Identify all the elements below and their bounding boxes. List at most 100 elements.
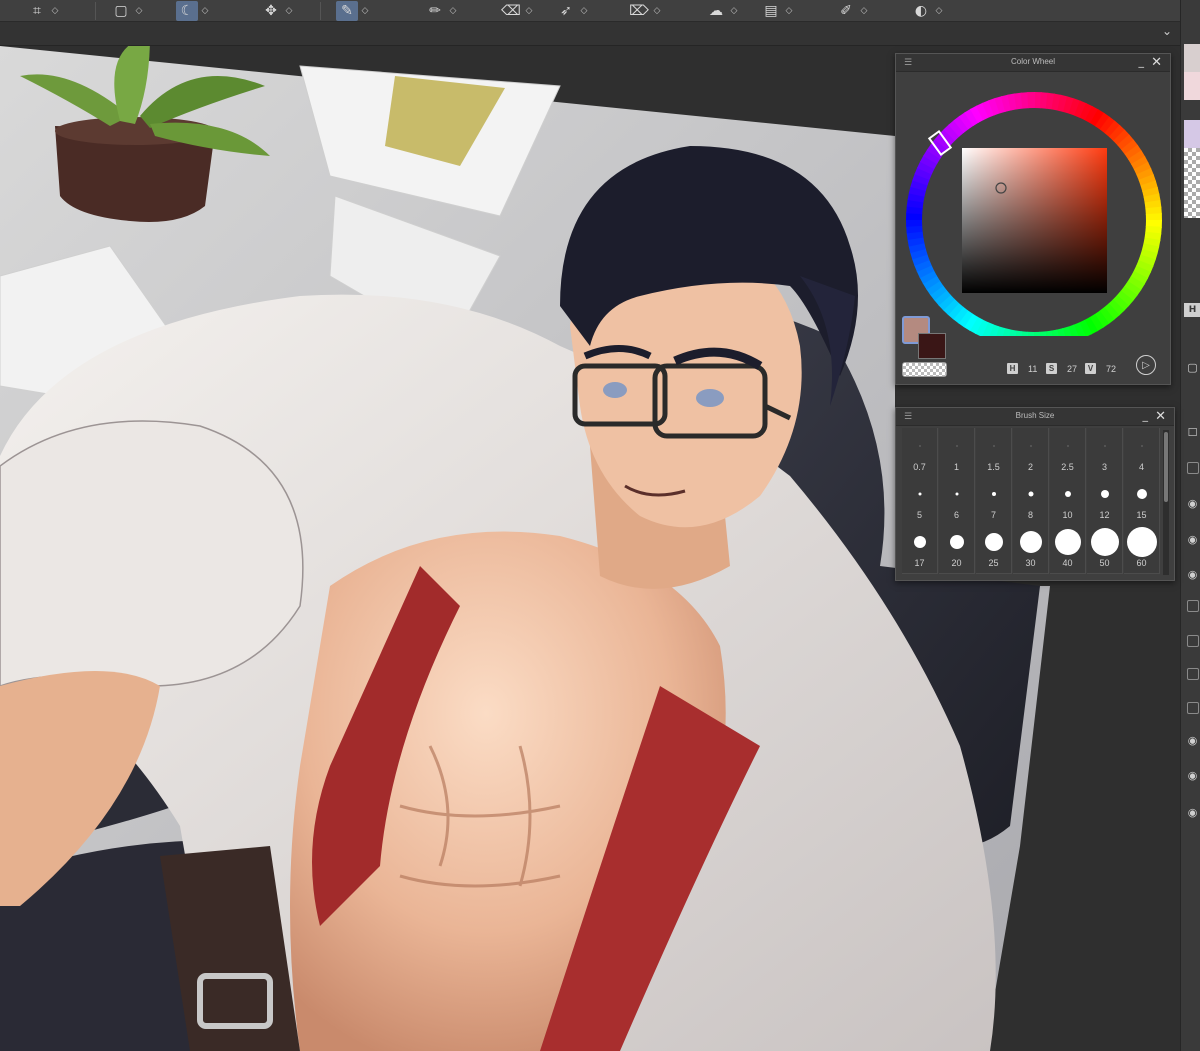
move-tool[interactable]: ✥ ◇	[260, 0, 296, 22]
blend-tool[interactable]: ☁ ◇	[705, 0, 741, 22]
scrollbar-thumb[interactable]	[1164, 432, 1168, 502]
brush-size-option[interactable]: 30	[1013, 524, 1049, 574]
app-window: ⌗ ◇ ▢ ◇ ☾ ◇ ✥ ◇ ✎ ◇ ✏ ◇ ⌫ ◇ ➶ ◇ ⌦ ◇ ☁ ◇ ▤ ◇ ✐ ◇ ◐ ◇ ⌄	[0, 0, 1200, 1051]
eye-icon[interactable]: ◉	[1184, 532, 1200, 546]
brush-size-option[interactable]: 25	[976, 524, 1012, 574]
chevron-down-icon[interactable]: ◇	[857, 1, 871, 21]
layer-visibility-checkbox[interactable]	[1187, 702, 1199, 714]
brush-preview-dot	[913, 536, 926, 548]
brush-preview-dot	[919, 445, 920, 447]
brush-size-label: 6	[953, 510, 959, 520]
panel-titlebar[interactable]: ☰ Color Wheel _ ✕	[896, 54, 1170, 72]
marker-tool[interactable]: ✏ ◇	[424, 0, 460, 22]
chevron-down-icon[interactable]: ◇	[522, 1, 536, 21]
lasso-tool[interactable]: ☾ ◇	[176, 0, 212, 22]
chevron-down-icon[interactable]: ◇	[132, 1, 146, 21]
minimize-icon[interactable]: _	[1139, 55, 1145, 68]
chevron-down-icon[interactable]: ◇	[932, 1, 946, 21]
brush-size-option[interactable]: 4	[1124, 428, 1160, 478]
decoration-tool[interactable]: ▤ ◇	[760, 0, 796, 22]
hue-ring[interactable]	[901, 74, 1167, 336]
brush-preview-dot	[1054, 529, 1081, 555]
marquee-tool[interactable]: ▢ ◇	[110, 0, 146, 22]
brush-size-option[interactable]: 1	[939, 428, 975, 478]
layer-visibility-checkbox[interactable]	[1187, 600, 1199, 612]
brush-size-option[interactable]: 6	[939, 476, 975, 526]
minimize-icon[interactable]: _	[1143, 409, 1149, 422]
brush-size-label: 12	[1099, 510, 1110, 520]
airbrush-tool[interactable]: ✐ ◇	[835, 0, 871, 22]
transparent-swatch[interactable]	[1184, 148, 1200, 218]
chevron-down-icon[interactable]: ◇	[358, 1, 372, 21]
tool-palette-bar: ⌗ ◇ ▢ ◇ ☾ ◇ ✥ ◇ ✎ ◇ ✏ ◇ ⌫ ◇ ➶ ◇ ⌦ ◇ ☁ ◇ ▤ ◇ ✐ ◇ ◐ ◇	[0, 0, 1200, 22]
eye-icon[interactable]: ◉	[1184, 768, 1200, 782]
pen-tool[interactable]: ✎ ◇	[336, 0, 372, 22]
brush-size-option[interactable]: 40	[1050, 524, 1086, 574]
play-icon[interactable]: ▷	[1136, 355, 1156, 375]
chevron-down-icon[interactable]: ◇	[727, 1, 741, 21]
soft-eraser-icon: ⌦	[629, 3, 649, 19]
transform-tool[interactable]: ⌗ ◇	[26, 0, 62, 22]
chevron-down-icon[interactable]: ◇	[782, 1, 796, 21]
toolbar-divider	[320, 2, 321, 20]
color-set-swatch[interactable]	[1184, 44, 1200, 72]
chevron-down-icon[interactable]: ◇	[48, 1, 62, 21]
eye-icon[interactable]: ◉	[1184, 567, 1200, 581]
eye-icon[interactable]: ◉	[1184, 805, 1200, 819]
chevron-down-icon[interactable]: ◇	[282, 1, 296, 21]
brush-size-label: 50	[1099, 558, 1110, 568]
brush-size-option[interactable]: 20	[939, 524, 975, 574]
chevron-down-icon[interactable]: ◇	[198, 1, 212, 21]
layer-panel-icon[interactable]: ▢	[1184, 360, 1200, 374]
close-icon[interactable]: ✕	[1151, 55, 1162, 70]
color-set-swatch[interactable]	[1184, 72, 1200, 100]
layer-visibility-checkbox[interactable]	[1187, 668, 1199, 680]
brush-size-option[interactable]: 50	[1087, 524, 1123, 574]
brush-preview-dot	[1019, 531, 1042, 553]
transparent-color-button[interactable]	[902, 362, 947, 377]
hue-segment	[1032, 331, 1041, 336]
layer-visibility-checkbox[interactable]	[1187, 635, 1199, 647]
pen-icon: ✎	[336, 1, 358, 21]
saturation-label: S	[1046, 363, 1057, 374]
chevron-down-icon[interactable]: ⌄	[1162, 24, 1172, 38]
eraser-icon: ⌫	[501, 3, 521, 19]
eraser-tool[interactable]: ⌫ ◇	[500, 0, 536, 22]
brush-preview-dot	[1067, 445, 1068, 447]
brush-size-option[interactable]: 5	[902, 476, 938, 526]
brush-preview-dot	[991, 492, 996, 496]
eye-icon[interactable]: ◉	[1184, 733, 1200, 747]
brush-size-label: 7	[990, 510, 996, 520]
eye-icon[interactable]: ◉	[1184, 496, 1200, 510]
color-set-swatch[interactable]	[1184, 120, 1200, 148]
brush-size-option[interactable]: 17	[902, 524, 938, 574]
brush-size-option[interactable]: 7	[976, 476, 1012, 526]
brush-size-option[interactable]: 15	[1124, 476, 1160, 526]
soft-eraser-tool[interactable]: ⌦ ◇	[628, 0, 664, 22]
brush-size-option[interactable]: 1.5	[976, 428, 1012, 478]
brush-size-label: 1.5	[987, 462, 1000, 472]
brush-size-option[interactable]: 8	[1013, 476, 1049, 526]
brush-size-option[interactable]: 10	[1050, 476, 1086, 526]
airbrush-icon: ✐	[840, 3, 852, 19]
brush-size-option[interactable]: 60	[1124, 524, 1160, 574]
layer-visibility-checkbox[interactable]	[1187, 462, 1199, 474]
brush-size-option[interactable]: 2	[1013, 428, 1049, 478]
brush-preview-dot	[1141, 445, 1142, 447]
brush-tool[interactable]: ➶ ◇	[555, 0, 591, 22]
lasso-icon: ☾	[176, 1, 198, 21]
sub-color-swatch[interactable]	[918, 333, 946, 359]
close-icon[interactable]: ✕	[1155, 409, 1166, 424]
brush-size-option[interactable]: 0.7	[902, 428, 938, 478]
chevron-down-icon[interactable]: ◇	[446, 1, 460, 21]
hue-segment	[1145, 213, 1162, 222]
panel-titlebar[interactable]: ☰ Brush Size _ ✕	[896, 408, 1174, 426]
brush-size-option[interactable]: 12	[1087, 476, 1123, 526]
brush-size-option[interactable]: 3	[1087, 428, 1123, 478]
fill-tool[interactable]: ◐ ◇	[910, 0, 946, 22]
layer-property-icon[interactable]: ☐	[1184, 425, 1200, 439]
brush-size-option[interactable]: 2.5	[1050, 428, 1086, 478]
chevron-down-icon[interactable]: ◇	[577, 1, 591, 21]
chevron-down-icon[interactable]: ◇	[650, 1, 664, 21]
transform-icon: ⌗	[33, 3, 41, 19]
